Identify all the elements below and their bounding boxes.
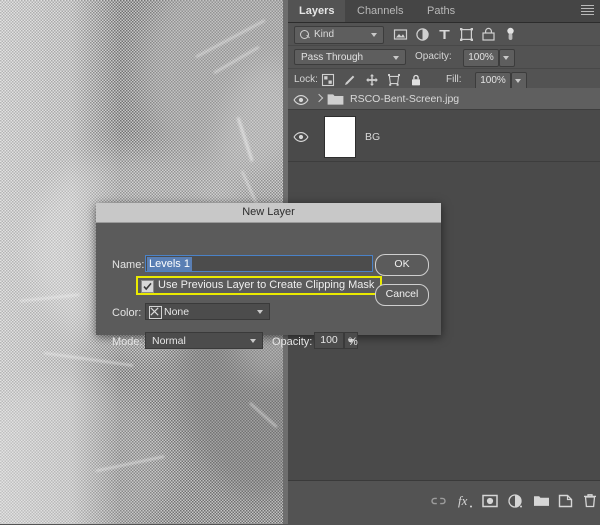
cancel-button[interactable]: Cancel — [375, 284, 429, 306]
layer-filter-bar: Kind — [288, 23, 600, 46]
layer-name-value: Levels 1 — [147, 257, 192, 271]
dialog-opacity-label: Opacity: — [272, 336, 313, 348]
panel-opacity-label: Opacity: — [415, 51, 452, 62]
mode-label: Mode: — [112, 336, 143, 348]
search-icon — [300, 30, 309, 39]
lock-all-icon[interactable] — [409, 73, 423, 87]
dialog-title: New Layer — [242, 206, 295, 218]
fill-label: Fill: — [446, 74, 462, 85]
chevron-down-icon — [250, 339, 256, 343]
new-group-icon[interactable] — [533, 492, 550, 510]
dialog-title-bar[interactable]: New Layer — [96, 203, 441, 223]
dialog-body: Name: Levels 1 Use Previous Layer to Cre… — [96, 223, 441, 349]
chevron-down-icon — [515, 79, 521, 83]
lock-artboard-icon[interactable] — [387, 73, 401, 87]
color-value: None — [164, 306, 190, 318]
panel-tab-bar: Layers Channels Paths — [288, 0, 600, 23]
layer-name: RSCO-Bent-Screen.jpg — [350, 93, 460, 105]
percent-symbol: % — [348, 336, 358, 348]
layer-thumbnail[interactable] — [324, 116, 356, 158]
shape-layer-filter-icon[interactable] — [459, 27, 474, 42]
type-layer-filter-icon[interactable] — [437, 27, 452, 42]
layer-name-input[interactable]: Levels 1 — [145, 255, 373, 272]
ok-button[interactable]: OK — [375, 254, 429, 276]
new-layer-icon[interactable] — [558, 492, 573, 510]
lock-image-pixels-icon[interactable] — [343, 73, 357, 87]
color-select[interactable]: None — [145, 303, 270, 320]
new-adjustment-layer-icon[interactable] — [507, 492, 523, 510]
table-row[interactable]: RSCO-Bent-Screen.jpg — [288, 88, 600, 110]
filter-kind-select[interactable]: Kind — [294, 26, 384, 44]
dialog-opacity-input[interactable]: 100 — [314, 332, 344, 349]
color-label: Color: — [112, 307, 142, 319]
table-row[interactable]: BG — [288, 110, 600, 162]
folder-icon — [327, 93, 344, 106]
no-color-icon — [149, 306, 162, 319]
link-layers-icon[interactable] — [429, 492, 448, 510]
clipping-mask-checkbox[interactable] — [141, 280, 154, 293]
mode-value: Normal — [152, 335, 186, 347]
smart-object-filter-icon[interactable] — [481, 27, 496, 42]
add-layer-style-icon[interactable]: fx — [457, 492, 474, 510]
clipping-mask-label: Use Previous Layer to Create Clipping Ma… — [158, 279, 375, 291]
mode-select[interactable]: Normal — [145, 332, 263, 349]
layers-panel-footer: fx — [288, 480, 600, 525]
blend-mode-value: Pass Through — [301, 52, 364, 63]
blend-mode-select[interactable]: Pass Through — [294, 49, 406, 65]
layer-visibility-icon[interactable] — [293, 93, 309, 105]
tab-paths[interactable]: Paths — [416, 0, 466, 22]
pixel-layer-filter-icon[interactable] — [393, 27, 408, 42]
name-label: Name: — [112, 259, 145, 271]
new-layer-dialog[interactable]: New Layer Name: Levels 1 Use Previous La… — [96, 203, 441, 349]
chevron-down-icon — [503, 56, 509, 60]
tab-channels[interactable]: Channels — [346, 0, 414, 22]
panel-menu-icon[interactable] — [581, 5, 594, 17]
filter-kind-label: Kind — [314, 29, 335, 40]
add-layer-mask-icon[interactable] — [482, 492, 498, 510]
lock-position-icon[interactable] — [365, 73, 379, 87]
svg-text:fx: fx — [458, 493, 468, 508]
filter-toggle-icon[interactable] — [503, 27, 518, 42]
layer-visibility-icon[interactable] — [293, 130, 309, 142]
adjustment-layer-filter-icon[interactable] — [415, 27, 430, 42]
chevron-down-icon — [257, 310, 263, 314]
chevron-down-icon — [393, 56, 399, 60]
lock-label: Lock: — [294, 74, 318, 85]
tab-layers[interactable]: Layers — [288, 0, 346, 22]
panel-opacity-value[interactable]: 100% — [463, 49, 499, 67]
blend-mode-row: Pass Through Opacity: 100% — [288, 46, 600, 69]
layer-name: BG — [365, 131, 381, 143]
delete-layer-icon[interactable] — [583, 492, 597, 510]
group-disclosure-icon[interactable] — [314, 94, 322, 104]
lock-transparent-pixels-icon[interactable] — [321, 73, 335, 87]
photoshop-window: Layers Channels Paths Kind Pass Through … — [0, 0, 600, 525]
chevron-down-icon — [371, 33, 377, 37]
panel-opacity-dropdown[interactable] — [499, 49, 515, 67]
